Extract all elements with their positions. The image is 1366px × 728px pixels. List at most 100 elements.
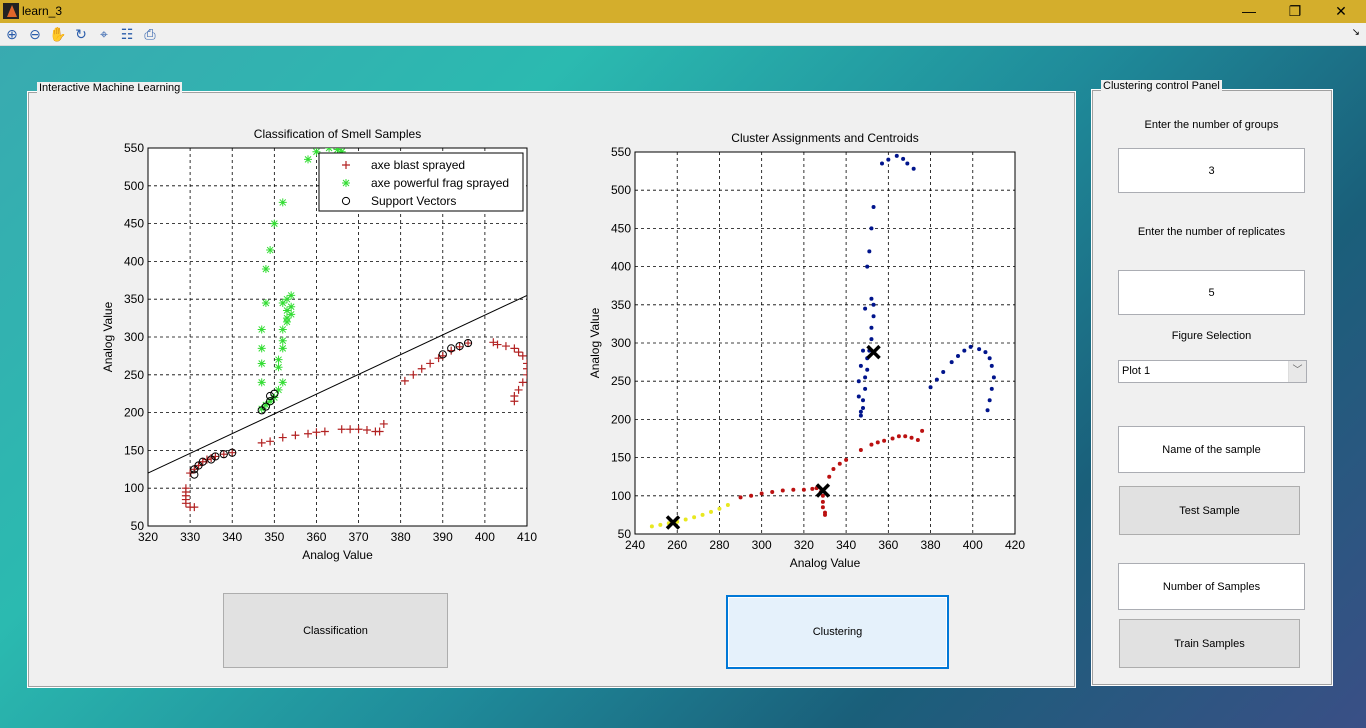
dot-marker (863, 375, 868, 380)
dot-marker (962, 348, 967, 353)
dot-marker (991, 375, 996, 380)
y-tick-label: 100 (611, 489, 631, 503)
star-marker (278, 378, 287, 387)
dot-marker (749, 493, 754, 498)
number-of-samples-input[interactable]: Number of Samples (1118, 563, 1305, 610)
legend-label: axe blast sprayed (371, 158, 465, 172)
test-sample-button[interactable]: Test Sample (1119, 486, 1300, 535)
dot-marker (896, 434, 901, 439)
dot-marker (867, 249, 872, 254)
dot-marker (920, 428, 925, 433)
dot-marker (856, 394, 861, 399)
x-tick-label: 320 (794, 538, 814, 552)
star-marker (333, 148, 342, 154)
dot-marker (869, 337, 874, 342)
chevron-down-icon[interactable]: ﹀ (1288, 361, 1306, 382)
dot-marker (709, 509, 713, 514)
y-tick-label: 250 (124, 368, 144, 382)
y-tick-label: 450 (611, 221, 631, 235)
chart-2: 240 260 280 300 320 340 360 380 400 4205010015020… (588, 131, 1025, 570)
x-tick-label: 400 (475, 530, 495, 544)
y-tick-label: 550 (611, 145, 631, 159)
star-marker (282, 317, 291, 326)
dot-marker (915, 438, 920, 443)
dot-marker (801, 487, 806, 492)
dot-marker (759, 491, 764, 496)
dot-marker (987, 398, 992, 403)
chart-1: 320 330 340 350 360 370 380 390 400 4105010015020… (101, 127, 537, 562)
replicates-label: Enter the number of replicates (1137, 226, 1286, 238)
dot-marker (820, 493, 825, 498)
y-tick-label: 250 (611, 374, 631, 388)
star-marker (257, 325, 266, 334)
dot-marker (770, 489, 775, 494)
x-tick-label: 400 (963, 538, 983, 552)
y-tick-label: 550 (124, 141, 144, 155)
y-tick-label: 200 (611, 412, 631, 426)
x-axis-label: Analog Value (302, 548, 373, 562)
x-tick-label: 330 (180, 530, 200, 544)
legend-label: axe powerful frag sprayed (371, 176, 509, 190)
dot-marker (875, 440, 880, 445)
figure-selection-label: Figure Selection (1171, 330, 1252, 342)
x-tick-label: 360 (306, 530, 326, 544)
y-tick-label: 150 (611, 451, 631, 465)
dot-marker (903, 434, 908, 439)
sample-name-input[interactable]: Name of the sample (1118, 426, 1305, 473)
dot-marker (700, 512, 705, 517)
x-tick-label: 360 (878, 538, 898, 552)
y-axis-label: Analog Value (101, 301, 115, 372)
chart-title: Classification of Smell Samples (254, 127, 421, 141)
star-marker (342, 179, 350, 187)
dot-marker (871, 205, 876, 210)
y-tick-label: 500 (611, 183, 631, 197)
dot-marker (858, 447, 863, 452)
dot-marker (692, 515, 697, 520)
y-tick-label: 500 (124, 179, 144, 193)
dot-marker (987, 356, 992, 361)
dot-marker (863, 386, 868, 391)
dot-marker (856, 379, 861, 384)
figure-select[interactable]: Plot 1 ﹀ (1118, 360, 1307, 383)
replicates-input[interactable]: 5 (1118, 270, 1305, 315)
x-tick-label: 380 (921, 538, 941, 552)
groups-input[interactable]: 3 (1118, 148, 1305, 193)
dot-marker (956, 353, 960, 358)
dot-marker (901, 156, 906, 161)
clustering-button[interactable]: Clustering (726, 595, 949, 669)
y-tick-label: 200 (124, 406, 144, 420)
y-tick-label: 150 (124, 443, 144, 457)
y-tick-label: 400 (124, 254, 144, 268)
dot-marker (869, 296, 874, 301)
y-tick-label: 400 (611, 260, 631, 274)
y-tick-label: 100 (124, 481, 144, 495)
dot-marker (831, 467, 836, 472)
legend: axe blast sprayed axe powerful frag spray… (318, 152, 524, 212)
y-tick-label: 50 (618, 527, 632, 541)
y-tick-label: 50 (131, 519, 145, 533)
dot-marker (823, 512, 827, 517)
dot-marker (863, 306, 868, 311)
star-marker (270, 219, 279, 228)
star-marker (287, 302, 296, 311)
x-tick-label: 370 (349, 530, 369, 544)
dot-marker (649, 524, 654, 529)
dot-marker (949, 360, 954, 365)
x-tick-label: 380 (391, 530, 411, 544)
dot-marker (882, 438, 887, 443)
y-tick-label: 450 (124, 217, 144, 231)
classification-button[interactable]: Classification (223, 593, 448, 668)
star-marker (325, 148, 334, 152)
star-marker (278, 336, 287, 345)
star-marker (261, 264, 270, 273)
dot-marker (791, 487, 796, 492)
dot-marker (865, 264, 870, 269)
dot-marker (894, 153, 899, 158)
dot-marker (880, 161, 884, 166)
star-marker (274, 355, 283, 364)
x-tick-label: 300 (752, 538, 772, 552)
dot-marker (886, 157, 891, 162)
train-samples-button[interactable]: Train Samples (1119, 619, 1300, 668)
dot-marker (977, 347, 982, 352)
dot-marker (941, 370, 946, 375)
